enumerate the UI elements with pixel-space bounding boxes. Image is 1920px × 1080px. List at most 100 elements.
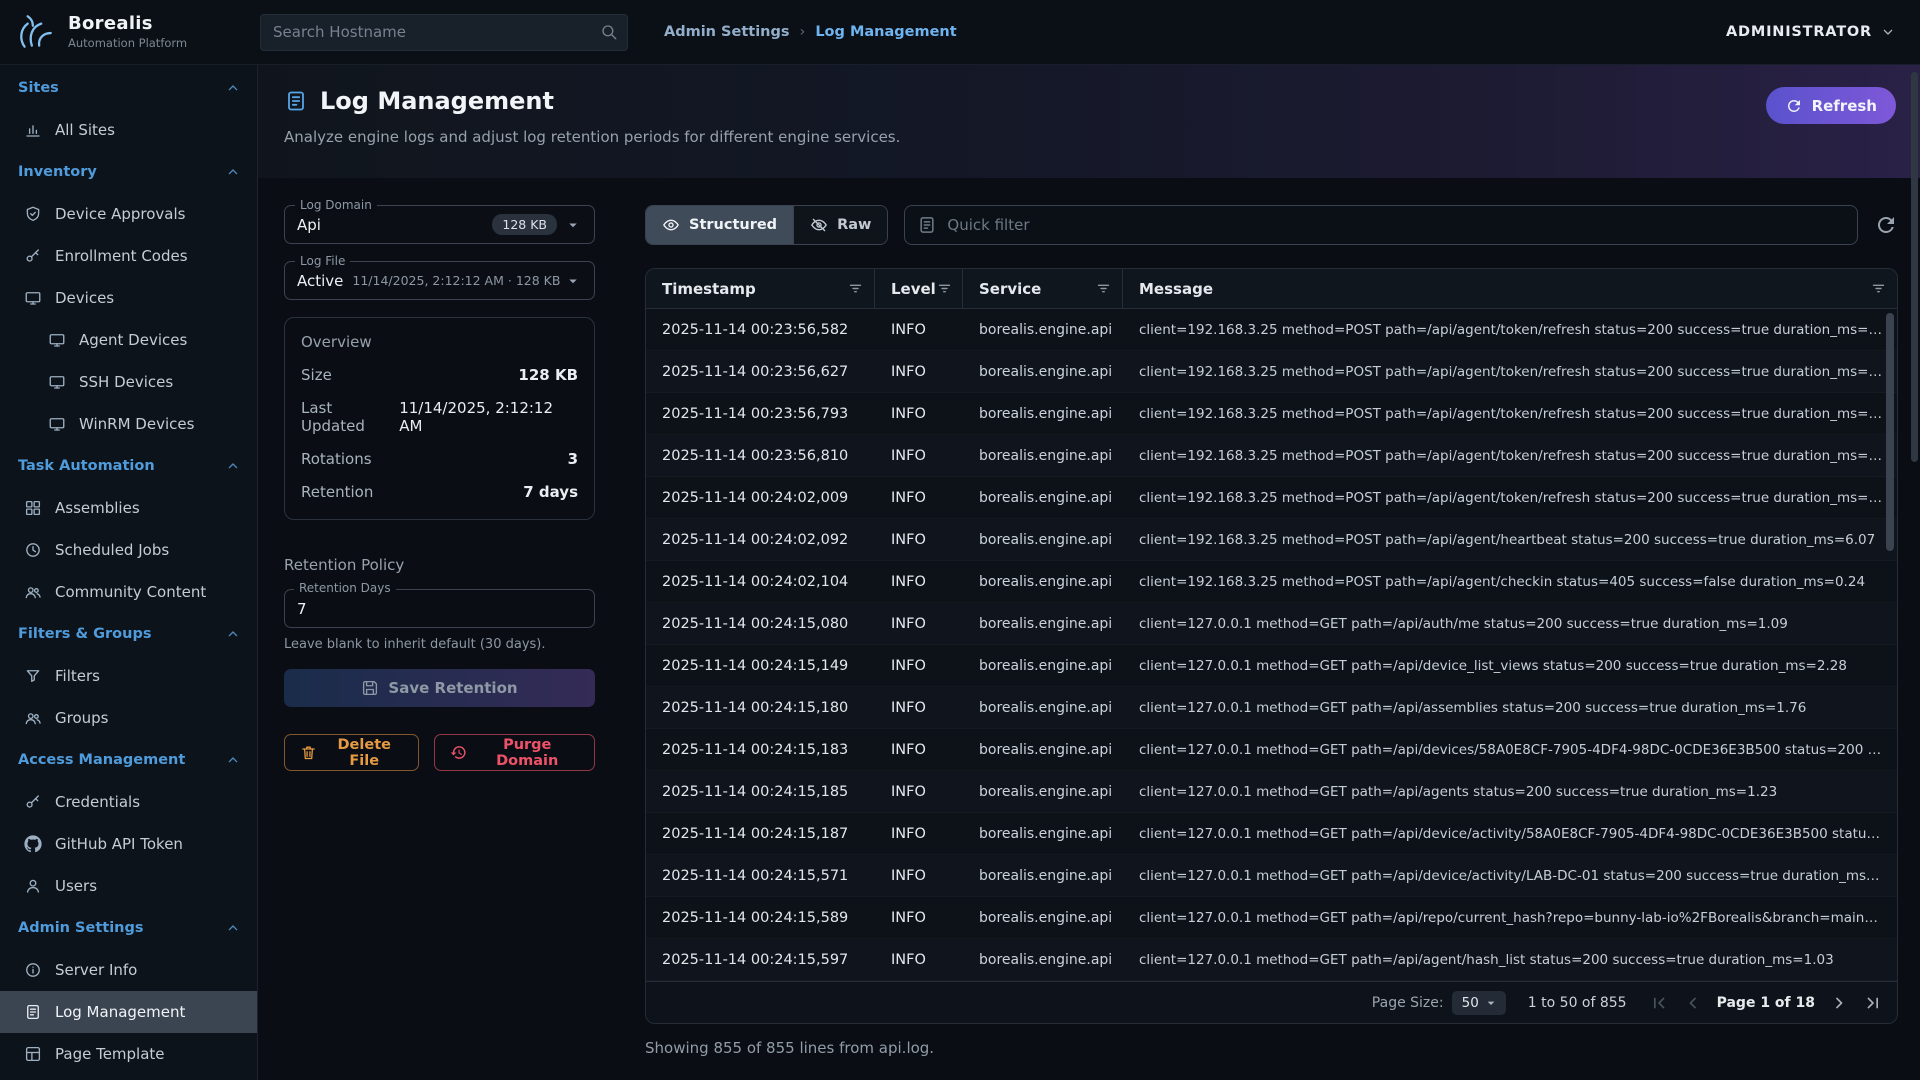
breadcrumb-current[interactable]: Log Management	[815, 24, 956, 40]
previous-page-icon[interactable]	[1683, 993, 1703, 1013]
sidebar-item-winrm-devices[interactable]: WinRM Devices	[0, 403, 257, 445]
table-row[interactable]: 2025-11-14 00:23:56,793 INFO borealis.en…	[646, 393, 1897, 435]
column-header-message[interactable]: Message	[1123, 269, 1897, 308]
purge-domain-button[interactable]: Purge Domain	[434, 734, 595, 771]
quick-filter-input[interactable]	[904, 205, 1858, 245]
table-row[interactable]: 2025-11-14 00:24:15,571 INFO borealis.en…	[646, 855, 1897, 897]
filter-icon[interactable]	[1095, 280, 1112, 297]
log-domain-select[interactable]: Log Domain Api 128 KB	[284, 205, 595, 244]
sidebar-item-log-management[interactable]: Log Management	[0, 991, 257, 1033]
cell-service: borealis.engine.api	[963, 532, 1123, 548]
sidebar-item-enrollment-codes[interactable]: Enrollment Codes	[0, 235, 257, 277]
sidebar-item-github-api-token[interactable]: GitHub API Token	[0, 823, 257, 865]
sidebar-item-page-template[interactable]: Page Template	[0, 1033, 257, 1075]
sidebar-item-ssh-devices[interactable]: SSH Devices	[0, 361, 257, 403]
log-file-select[interactable]: Log File Active 11/14/2025, 2:12:12 AM ·…	[284, 261, 595, 300]
item-label: Scheduled Jobs	[55, 541, 169, 559]
sidebar-section-task-automation[interactable]: Task Automation	[0, 445, 257, 487]
cell-timestamp: 2025-11-14 00:24:02,104	[646, 574, 875, 590]
hostname-search	[260, 14, 628, 51]
save-icon	[361, 679, 379, 697]
log-domain-label: Log Domain	[295, 198, 377, 212]
table-row[interactable]: 2025-11-14 00:24:02,104 INFO borealis.en…	[646, 561, 1897, 603]
item-label: Device Approvals	[55, 205, 185, 223]
sidebar-item-assemblies[interactable]: Assemblies	[0, 487, 257, 529]
page-navigation: Page 1 of 18	[1649, 993, 1883, 1013]
sidebar-section-admin-settings[interactable]: Admin Settings	[0, 907, 257, 949]
cell-timestamp: 2025-11-14 00:24:02,009	[646, 490, 875, 506]
refresh-icon	[1785, 97, 1803, 115]
table-row[interactable]: 2025-11-14 00:24:15,183 INFO borealis.en…	[646, 729, 1897, 771]
borealis-logo-icon	[12, 9, 58, 55]
sidebar-item-filters[interactable]: Filters	[0, 655, 257, 697]
table-row[interactable]: 2025-11-14 00:24:02,092 INFO borealis.en…	[646, 519, 1897, 561]
overview-row-size: Size 128 KB	[301, 366, 578, 384]
first-page-icon[interactable]	[1649, 993, 1669, 1013]
last-page-icon[interactable]	[1863, 993, 1883, 1013]
filter-icon[interactable]	[936, 280, 953, 297]
page-title: Log Management	[320, 87, 554, 115]
save-retention-button[interactable]: Save Retention	[284, 669, 595, 707]
sidebar-item-scheduled-jobs[interactable]: Scheduled Jobs	[0, 529, 257, 571]
cell-message: client=127.0.0.1 method=GET path=/api/ag…	[1123, 952, 1897, 968]
sidebar-item-agent-devices[interactable]: Agent Devices	[0, 319, 257, 361]
table-row[interactable]: 2025-11-14 00:24:02,009 INFO borealis.en…	[646, 477, 1897, 519]
item-label: All Sites	[55, 121, 115, 139]
table-row[interactable]: 2025-11-14 00:23:56,582 INFO borealis.en…	[646, 309, 1897, 351]
sidebar-item-devices[interactable]: Devices	[0, 277, 257, 319]
chevron-up-icon	[225, 164, 241, 180]
table-row[interactable]: 2025-11-14 00:24:15,185 INFO borealis.en…	[646, 771, 1897, 813]
table-row[interactable]: 2025-11-14 00:23:56,627 INFO borealis.en…	[646, 351, 1897, 393]
table-row[interactable]: 2025-11-14 00:23:56,810 INFO borealis.en…	[646, 435, 1897, 477]
cell-message: client=127.0.0.1 method=GET path=/api/ag…	[1123, 784, 1897, 800]
sidebar-item-community-content[interactable]: Community Content	[0, 571, 257, 613]
filter-icon[interactable]	[1870, 280, 1887, 297]
search-input[interactable]	[260, 14, 628, 51]
funnel-icon	[24, 667, 42, 685]
raw-toggle[interactable]: Raw	[793, 206, 887, 244]
table-row[interactable]: 2025-11-14 00:24:15,149 INFO borealis.en…	[646, 645, 1897, 687]
delete-file-button[interactable]: Delete File	[284, 734, 419, 771]
brand-text: Borealis Automation Platform	[68, 14, 187, 50]
sidebar-item-device-approvals[interactable]: Device Approvals	[0, 193, 257, 235]
sidebar-section-sites[interactable]: Sites	[0, 67, 257, 109]
sidebar-item-server-info[interactable]: Server Info	[0, 949, 257, 991]
cell-timestamp: 2025-11-14 00:23:56,793	[646, 406, 875, 422]
chevron-up-icon	[225, 920, 241, 936]
table-row[interactable]: 2025-11-14 00:24:15,187 INFO borealis.en…	[646, 813, 1897, 855]
structured-toggle[interactable]: Structured	[646, 206, 793, 244]
table-row[interactable]: 2025-11-14 00:24:15,080 INFO borealis.en…	[646, 603, 1897, 645]
sidebar-item-users[interactable]: Users	[0, 865, 257, 907]
sidebar-section-filters-groups[interactable]: Filters & Groups	[0, 613, 257, 655]
sidebar-section-access-management[interactable]: Access Management	[0, 739, 257, 781]
page-size-select[interactable]: 50	[1452, 991, 1506, 1015]
column-header-service[interactable]: Service	[963, 269, 1123, 308]
overview-title: Overview	[301, 333, 578, 351]
cell-message: client=127.0.0.1 method=GET path=/api/de…	[1123, 868, 1897, 884]
section-label: Access Management	[18, 752, 185, 768]
sidebar-item-all-sites[interactable]: All Sites	[0, 109, 257, 151]
brand[interactable]: Borealis Automation Platform	[12, 9, 260, 55]
filter-icon[interactable]	[847, 280, 864, 297]
refresh-button[interactable]: Refresh	[1766, 87, 1896, 124]
cell-timestamp: 2025-11-14 00:24:15,149	[646, 658, 875, 674]
column-header-timestamp[interactable]: Timestamp	[646, 269, 875, 308]
window-scrollbar[interactable]	[1911, 72, 1918, 462]
column-header-level[interactable]: Level	[875, 269, 963, 308]
sidebar-item-credentials[interactable]: Credentials	[0, 781, 257, 823]
cell-level: INFO	[875, 574, 963, 590]
table-row[interactable]: 2025-11-14 00:24:15,597 INFO borealis.en…	[646, 939, 1897, 981]
people-icon	[24, 583, 42, 601]
user-menu[interactable]: ADMINISTRATOR	[1726, 24, 1896, 40]
structured-label: Structured	[689, 217, 777, 233]
breadcrumb-parent[interactable]: Admin Settings	[664, 24, 790, 40]
refresh-icon[interactable]	[1874, 213, 1898, 237]
table-scrollbar[interactable]	[1886, 313, 1894, 551]
item-label: Log Management	[55, 1003, 185, 1021]
next-page-icon[interactable]	[1829, 993, 1849, 1013]
table-row[interactable]: 2025-11-14 00:24:15,589 INFO borealis.en…	[646, 897, 1897, 939]
cell-service: borealis.engine.api	[963, 574, 1123, 590]
sidebar-section-inventory[interactable]: Inventory	[0, 151, 257, 193]
sidebar-item-groups[interactable]: Groups	[0, 697, 257, 739]
table-row[interactable]: 2025-11-14 00:24:15,180 INFO borealis.en…	[646, 687, 1897, 729]
